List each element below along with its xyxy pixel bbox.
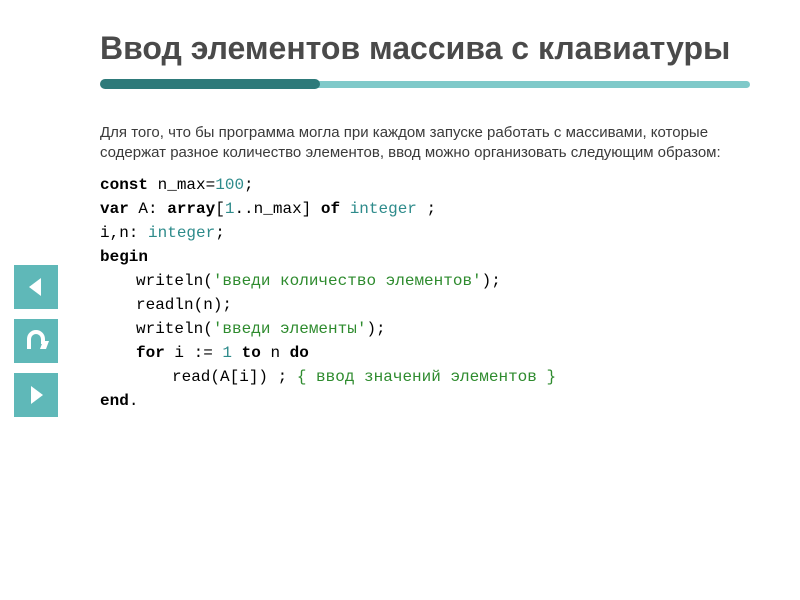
code-line-6: readln(n);: [100, 293, 750, 317]
slide-title: Ввод элементов массива с клавиатуры: [100, 30, 750, 67]
nav-buttons: [14, 265, 58, 417]
u-turn-icon: [21, 327, 51, 355]
arrow-left-icon: [23, 274, 49, 300]
prev-button[interactable]: [14, 265, 58, 309]
code-line-1: const n_max=100;: [100, 173, 750, 197]
code-line-9: read(A[i]) ; { ввод значений элементов }: [100, 365, 750, 389]
code-block: const n_max=100; var A: array[1..n_max] …: [100, 173, 750, 413]
code-line-8: for i := 1 to n do: [100, 341, 750, 365]
code-line-2: var A: array[1..n_max] of integer ;: [100, 197, 750, 221]
code-line-5: writeln('введи количество элементов');: [100, 269, 750, 293]
next-button[interactable]: [14, 373, 58, 417]
code-line-10: end.: [100, 389, 750, 413]
code-line-7: writeln('введи элементы');: [100, 317, 750, 341]
home-button[interactable]: [14, 319, 58, 363]
arrow-right-icon: [23, 382, 49, 408]
intro-text: Для того, что бы программа могла при каж…: [100, 123, 750, 164]
code-line-4: begin: [100, 245, 750, 269]
code-line-3: i,n: integer;: [100, 221, 750, 245]
title-underline: [100, 79, 750, 95]
